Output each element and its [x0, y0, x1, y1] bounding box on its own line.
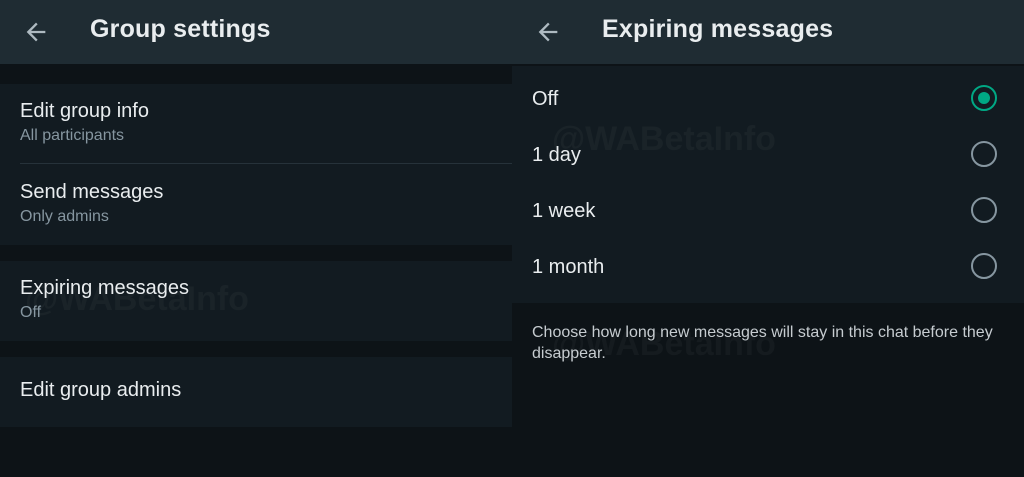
item-title: Expiring messages [20, 277, 189, 299]
edit-group-admins-item[interactable]: Edit group admins [20, 379, 512, 402]
option-off[interactable]: Off [512, 72, 1024, 128]
settings-group-admins: Edit group admins [0, 357, 512, 427]
radio-unchecked-icon[interactable] [971, 253, 997, 279]
expiring-messages-screen: Expiring messages Off 1 day 1 week 1 mon… [512, 0, 1024, 477]
arrow-left-icon[interactable] [22, 18, 50, 46]
radio-unchecked-icon[interactable] [971, 141, 997, 167]
item-title: Edit group info [20, 100, 149, 122]
option-label: 1 day [532, 144, 581, 166]
radio-unchecked-icon[interactable] [971, 197, 997, 223]
send-messages-item[interactable]: Send messages Only admins [20, 181, 512, 226]
option-1-week[interactable]: 1 week [512, 184, 1024, 240]
group-settings-screen: Group settings Edit group info All parti… [0, 0, 512, 477]
expiring-messages-item[interactable]: Expiring messages Off [20, 277, 512, 322]
expiring-description: Choose how long new messages will stay i… [532, 324, 993, 362]
item-subtitle: Only admins [20, 208, 109, 225]
settings-group-expiring: Expiring messages Off [0, 261, 512, 341]
top-app-bar: Group settings [0, 0, 512, 64]
page-title: Expiring messages [602, 15, 834, 43]
settings-group-permissions: Edit group info All participants Send me… [0, 84, 512, 245]
top-app-bar: Expiring messages [512, 0, 1024, 64]
option-label: 1 week [532, 200, 596, 222]
option-1-month[interactable]: 1 month [512, 240, 1024, 296]
item-subtitle: All participants [20, 127, 125, 144]
option-label: 1 month [532, 256, 605, 278]
arrow-left-icon[interactable] [534, 18, 562, 46]
item-subtitle: Off [20, 304, 42, 321]
option-1-day[interactable]: 1 day [512, 128, 1024, 184]
item-title: Send messages [20, 181, 164, 203]
divider [20, 163, 512, 164]
duration-options: Off 1 day 1 week 1 month [512, 66, 1024, 303]
radio-checked-icon[interactable] [971, 85, 997, 111]
page-title: Group settings [90, 15, 271, 43]
option-label: Off [532, 88, 559, 110]
edit-group-info-item[interactable]: Edit group info All participants [20, 100, 512, 145]
item-title: Edit group admins [20, 379, 182, 401]
